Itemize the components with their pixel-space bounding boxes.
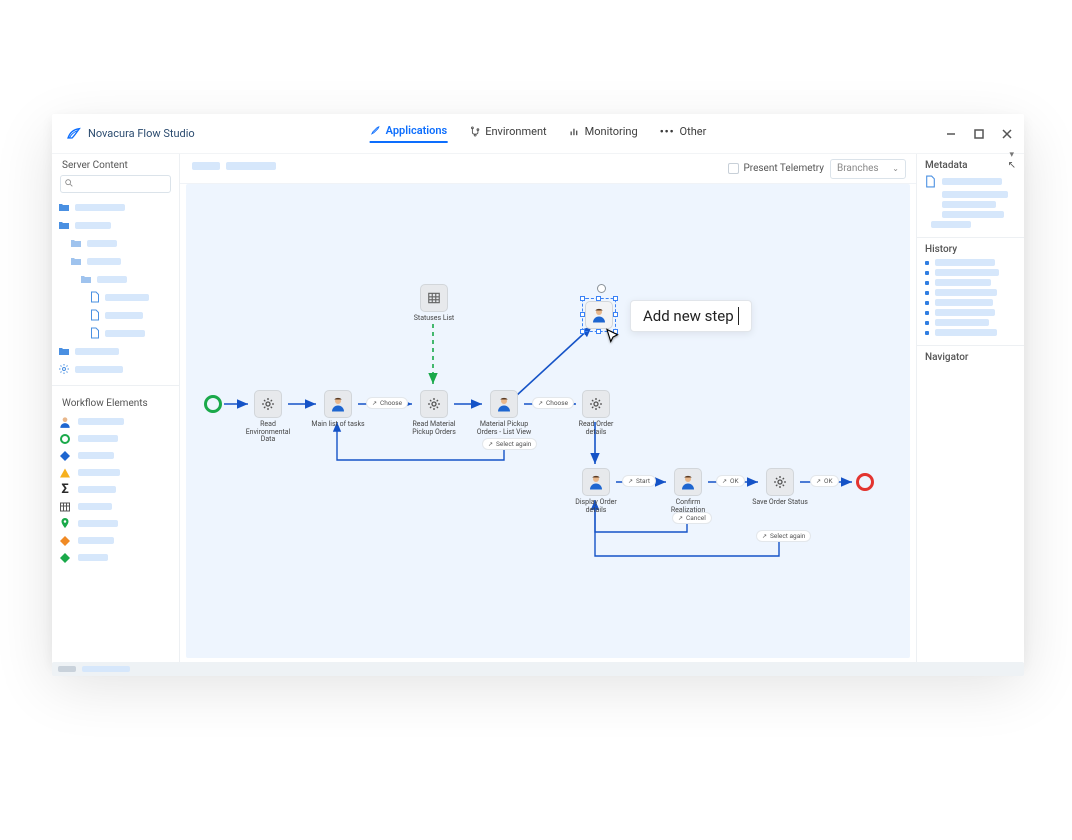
edit-icon[interactable]: ↖ bbox=[1008, 160, 1016, 171]
add-step-input[interactable]: Add new step bbox=[630, 300, 752, 332]
branches-icon bbox=[469, 126, 480, 137]
edge-label-select-again[interactable]: Select again bbox=[482, 438, 537, 450]
palette-start[interactable] bbox=[58, 430, 173, 447]
history-item[interactable] bbox=[925, 309, 1016, 316]
history-item[interactable] bbox=[925, 269, 1016, 276]
tree-folder[interactable] bbox=[58, 271, 173, 287]
maximize-button[interactable] bbox=[972, 127, 986, 141]
checkbox-icon bbox=[728, 163, 739, 174]
tab-environment[interactable]: Environment bbox=[469, 125, 546, 142]
app-logo: Novacura Flow Studio bbox=[52, 126, 195, 142]
node-start[interactable] bbox=[204, 395, 222, 413]
palette-decision[interactable] bbox=[58, 447, 173, 464]
history-item[interactable] bbox=[925, 289, 1016, 296]
breadcrumb bbox=[192, 162, 276, 170]
tree-file[interactable] bbox=[58, 289, 173, 305]
tab-monitoring[interactable]: Monitoring bbox=[569, 125, 638, 142]
history-item[interactable] bbox=[925, 299, 1016, 306]
feather-icon bbox=[66, 126, 82, 142]
edge-label-select-again[interactable]: Select again bbox=[756, 530, 811, 542]
node-end[interactable] bbox=[856, 473, 874, 491]
tab-applications[interactable]: Applications bbox=[370, 124, 448, 143]
node-new-user-step[interactable] bbox=[582, 298, 616, 332]
present-telemetry-toggle[interactable]: Present Telemetry bbox=[728, 163, 824, 174]
workflow-canvas[interactable]: Statuses List Read Environmental Data Ma… bbox=[186, 184, 910, 658]
chevron-down-icon: ⌄ bbox=[892, 164, 899, 173]
server-content-tree bbox=[52, 197, 179, 379]
node-main-list[interactable]: Main list of tasks bbox=[310, 390, 366, 429]
branches-dropdown[interactable]: Branches ⌄ bbox=[830, 159, 906, 179]
gear-small-icon bbox=[58, 363, 70, 375]
tree-folder[interactable] bbox=[58, 343, 173, 359]
main-tabs: Applications Environment Monitoring ••• … bbox=[370, 124, 707, 143]
tree-folder[interactable] bbox=[58, 217, 173, 233]
chevron-down-icon[interactable]: ▾ bbox=[1009, 150, 1014, 160]
navigator-panel: Navigator bbox=[917, 346, 1024, 664]
history-item[interactable] bbox=[925, 319, 1016, 326]
status-bar bbox=[52, 662, 1024, 676]
node-read-order[interactable]: Read Order details bbox=[568, 390, 624, 436]
title-bar: Novacura Flow Studio Applications Enviro… bbox=[52, 114, 1024, 154]
tree-file[interactable] bbox=[58, 325, 173, 341]
tree-folder[interactable] bbox=[58, 199, 173, 215]
canvas-toolbar: Present Telemetry Branches ⌄ bbox=[180, 154, 916, 184]
close-button[interactable] bbox=[1000, 127, 1014, 141]
palette-table[interactable] bbox=[58, 498, 173, 515]
node-confirm[interactable]: Confirm Realization bbox=[660, 468, 716, 514]
right-sidebar: Metadata↖ History Navigator bbox=[916, 154, 1024, 664]
tab-other[interactable]: ••• Other bbox=[660, 125, 707, 142]
server-content-search bbox=[60, 175, 171, 193]
history-item[interactable] bbox=[925, 259, 1016, 266]
palette-green-diamond[interactable] bbox=[58, 549, 173, 566]
tree-file[interactable] bbox=[58, 307, 173, 323]
workflow-elements-palette: Σ bbox=[52, 413, 179, 566]
palette-user-step[interactable] bbox=[58, 413, 173, 430]
node-read-mpo[interactable]: Read Material Pickup Orders bbox=[406, 390, 462, 436]
edge-label-ok[interactable]: OK bbox=[810, 475, 839, 487]
app-title: Novacura Flow Studio bbox=[88, 127, 195, 140]
tree-folder[interactable] bbox=[58, 253, 173, 269]
left-sidebar: Server Content Workflow Eleme bbox=[52, 154, 180, 664]
rotate-handle[interactable] bbox=[597, 284, 606, 293]
edge-label-choose[interactable]: Choose bbox=[366, 397, 408, 409]
node-mpo-list[interactable]: Material Pickup Orders - List View bbox=[476, 390, 532, 436]
palette-pin[interactable] bbox=[58, 515, 173, 532]
tree-folder[interactable] bbox=[58, 235, 173, 251]
history-item[interactable] bbox=[925, 329, 1016, 336]
file-icon bbox=[925, 175, 936, 188]
node-read-env[interactable]: Read Environmental Data bbox=[240, 390, 296, 444]
node-save-status[interactable]: Save Order Status bbox=[752, 468, 808, 507]
history-panel: History bbox=[917, 238, 1024, 346]
metadata-panel: Metadata↖ bbox=[917, 154, 1024, 238]
workflow-elements-title: Workflow Elements bbox=[52, 392, 179, 413]
edge-label-cancel[interactable]: Cancel bbox=[672, 512, 712, 524]
canvas-area: Present Telemetry Branches ⌄ bbox=[180, 154, 916, 664]
tree-gear[interactable] bbox=[58, 361, 173, 377]
metadata-item[interactable] bbox=[925, 175, 1016, 188]
rocket-icon bbox=[370, 125, 381, 136]
edge-label-start[interactable]: Start bbox=[622, 475, 656, 487]
minimize-button[interactable] bbox=[944, 127, 958, 141]
app-window: Novacura Flow Studio Applications Enviro… bbox=[52, 114, 1024, 664]
search-icon bbox=[64, 178, 74, 188]
palette-warning[interactable] bbox=[58, 464, 173, 481]
search-input[interactable] bbox=[60, 175, 171, 193]
palette-orange-diamond[interactable] bbox=[58, 532, 173, 549]
history-item[interactable] bbox=[925, 279, 1016, 286]
window-controls bbox=[944, 114, 1014, 154]
bars-icon bbox=[569, 126, 580, 137]
palette-sigma[interactable]: Σ bbox=[58, 481, 173, 498]
server-content-title: Server Content bbox=[52, 154, 179, 175]
node-statuses-list[interactable]: Statuses List bbox=[406, 284, 462, 323]
ellipsis-icon: ••• bbox=[660, 125, 675, 138]
node-display-order[interactable]: Display Order details bbox=[568, 468, 624, 514]
edge-label-ok[interactable]: OK bbox=[716, 475, 745, 487]
